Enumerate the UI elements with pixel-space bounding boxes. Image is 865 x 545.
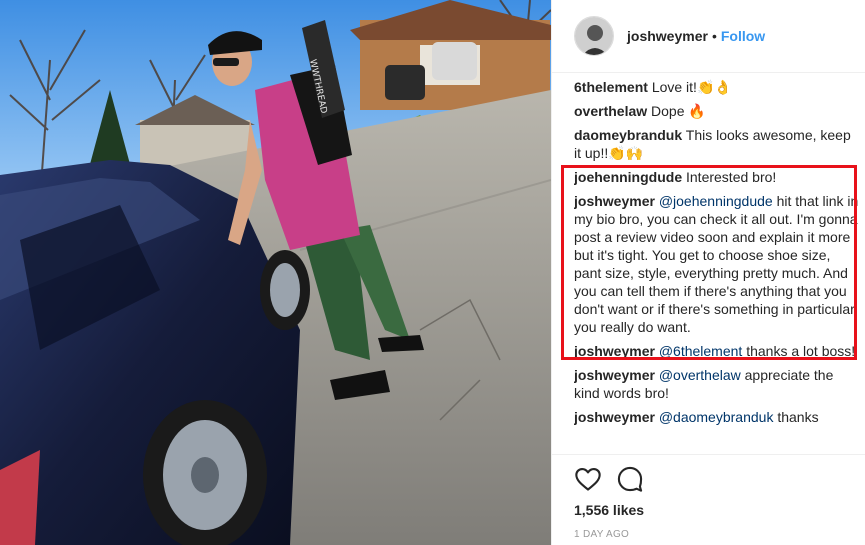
comment-text: hit that link in my bio bro, you can che…: [574, 193, 859, 335]
post-actions: 1,556 likes 1 DAY AGO: [552, 454, 865, 545]
comment-mention[interactable]: @joehenningdude: [659, 193, 773, 209]
comment-item: joshweymer @daomeybranduk thanks: [574, 408, 860, 426]
post-photo[interactable]: WWTHREAD: [0, 0, 551, 545]
comment-item: joshweymer @joehenningdude hit that link…: [574, 192, 860, 336]
comment-item: overthelaw Dope 🔥: [574, 102, 860, 120]
comment-username[interactable]: joehenningdude: [574, 169, 682, 185]
comment-username[interactable]: joshweymer: [574, 367, 655, 383]
comment-username[interactable]: overthelaw: [574, 103, 647, 119]
action-icons: [574, 455, 865, 499]
comment-text: Love it!👏👌: [651, 79, 732, 95]
speech-bubble-icon[interactable]: [616, 465, 644, 493]
comment-text: Dope 🔥: [651, 103, 706, 119]
comment-username[interactable]: 6thelement: [574, 79, 648, 95]
comment-username[interactable]: daomeybranduk: [574, 127, 682, 143]
comment-item: joehenningdude Interested bro!: [574, 168, 860, 186]
comment-item: joshweymer @6thelement thanks a lot boss…: [574, 342, 860, 360]
likes-count[interactable]: 1,556 likes: [574, 502, 865, 518]
comment-username[interactable]: joshweymer: [574, 343, 655, 359]
post-sidebar: joshweymer • Follow 6thelement Love it!👏…: [551, 0, 865, 545]
comment-item: daomeybranduk This looks awesome, keep i…: [574, 126, 860, 162]
heart-outline-icon[interactable]: [574, 465, 602, 493]
follow-button[interactable]: Follow: [721, 28, 765, 44]
comment-text: thanks a lot boss!: [746, 343, 856, 359]
comment-mention[interactable]: @6thelement: [659, 343, 742, 359]
comment-item: 6thelement Love it!👏👌: [574, 78, 860, 96]
comment-username[interactable]: joshweymer: [574, 409, 655, 425]
author-username[interactable]: joshweymer: [627, 28, 708, 44]
separator-dot: •: [711, 28, 717, 44]
comments-list[interactable]: 6thelement Love it!👏👌 overthelaw Dope 🔥 …: [574, 78, 860, 454]
comment-mention[interactable]: @daomeybranduk: [659, 409, 774, 425]
comment-mention[interactable]: @overthelaw: [659, 367, 741, 383]
comment-item: joshweymer @overthelaw appreciate the ki…: [574, 366, 860, 402]
post-header: joshweymer • Follow: [552, 0, 865, 73]
comment-text: Interested bro!: [686, 169, 777, 185]
comment-username[interactable]: joshweymer: [574, 193, 655, 209]
avatar[interactable]: [574, 16, 614, 56]
comment-text: thanks: [777, 409, 819, 425]
post-timestamp[interactable]: 1 DAY AGO: [574, 529, 865, 540]
